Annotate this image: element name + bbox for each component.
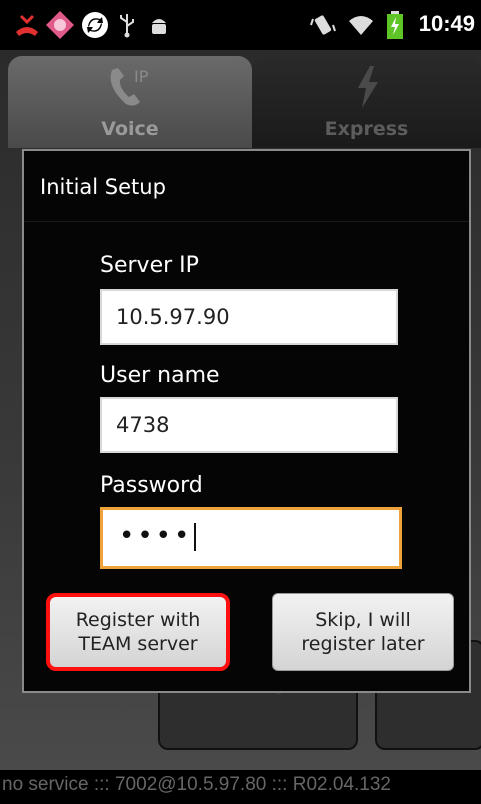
username-field[interactable]: 4738 [100, 397, 398, 453]
sync-icon [80, 10, 110, 40]
voip-phone-icon: IP [8, 64, 252, 110]
vibrate-icon [308, 10, 338, 40]
dialog-divider [24, 221, 469, 222]
server-ip-label: Server IP [100, 253, 199, 278]
tab-voice[interactable]: IP Voice [8, 56, 252, 148]
lightning-icon [252, 64, 481, 110]
password-field[interactable]: •••• [100, 507, 402, 569]
username-value: 4738 [116, 413, 170, 437]
password-value: •••• [119, 521, 197, 551]
server-ip-field[interactable]: 10.5.97.90 [100, 289, 398, 345]
tab-express[interactable]: Express [252, 56, 481, 148]
battery-charging-icon [384, 10, 406, 40]
password-label: Password [100, 473, 203, 498]
register-button[interactable]: Register with TEAM server [46, 593, 230, 671]
android-debug-icon [146, 10, 172, 40]
dialog-title: Initial Setup [40, 175, 166, 199]
app-icon [44, 10, 76, 40]
svg-text:IP: IP [134, 67, 149, 86]
initial-setup-dialog: Initial Setup Server IP 10.5.97.90 User … [22, 149, 471, 693]
skip-button[interactable]: Skip, I will register later [272, 593, 454, 671]
status-bar: 10:49 [0, 0, 481, 50]
wifi-icon [346, 10, 376, 40]
usb-icon [116, 10, 138, 40]
missed-call-icon [12, 10, 42, 40]
status-time: 10:49 [418, 11, 475, 36]
footer-status-bar: no service ::: 7002@10.5.97.80 ::: R02.0… [0, 770, 481, 804]
server-ip-value: 10.5.97.90 [116, 305, 230, 329]
username-label: User name [100, 363, 220, 388]
footer-status-text: no service ::: 7002@10.5.97.80 ::: R02.0… [2, 774, 391, 795]
tab-express-label: Express [324, 118, 409, 140]
tab-voice-label: Voice [101, 118, 159, 140]
text-caret [194, 522, 197, 551]
